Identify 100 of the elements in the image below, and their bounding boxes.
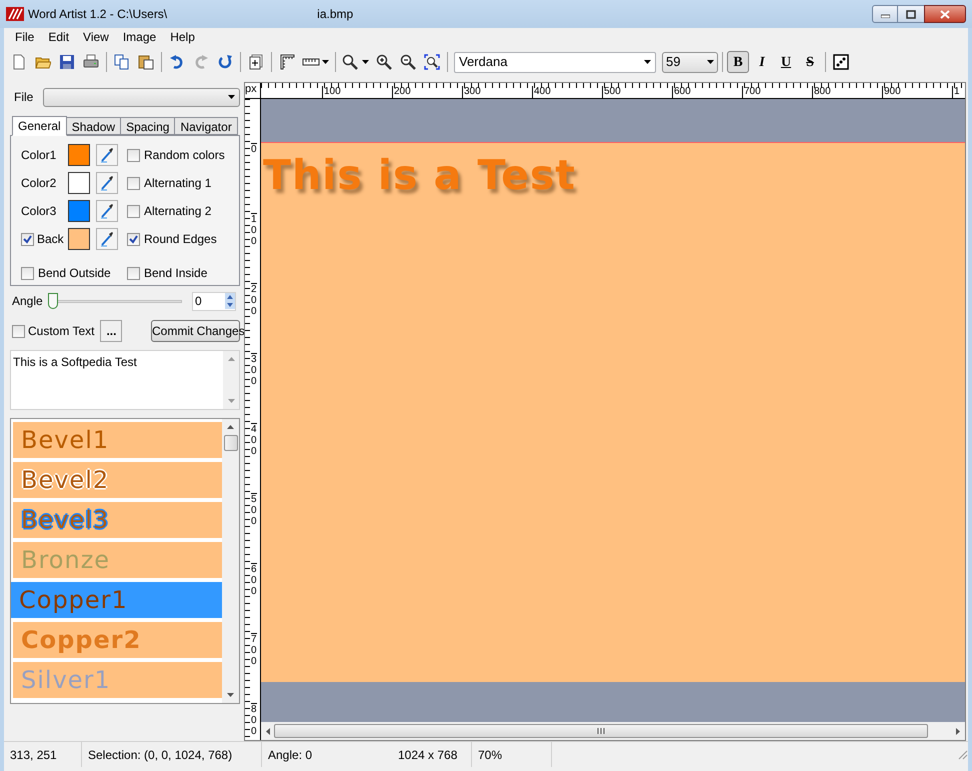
eyedropper-button[interactable]	[96, 172, 118, 194]
close-icon	[940, 10, 950, 18]
app-logo-icon	[6, 7, 24, 21]
ruler-label: 300	[462, 86, 481, 98]
undo-icon	[169, 54, 185, 70]
color-swatch[interactable]	[68, 144, 90, 166]
ruler-label: 600	[672, 86, 691, 98]
caret-icon	[362, 60, 369, 64]
tab[interactable]: Navigator	[174, 117, 238, 135]
scroll-thumb[interactable]	[224, 435, 238, 451]
file-dropdown[interactable]	[43, 88, 240, 106]
menu-item[interactable]: View	[78, 28, 114, 46]
tab[interactable]: Spacing	[120, 117, 176, 135]
ruler-label: 200	[392, 86, 411, 98]
checkbox[interactable]	[127, 266, 140, 280]
new-icon	[11, 54, 27, 70]
zoom-fit-icon	[424, 54, 440, 70]
spin-arrows-icon	[225, 293, 235, 309]
ruler-label: 400	[532, 86, 551, 98]
size-dropdown[interactable]: 59	[662, 52, 718, 72]
bold-button[interactable]: B	[727, 51, 749, 73]
scroll-up-icon	[227, 425, 234, 429]
eyedropper-icon	[100, 147, 114, 163]
strike-button[interactable]: S	[799, 51, 821, 73]
window-title: ia.bmp	[317, 6, 354, 23]
redo-icon	[193, 54, 209, 70]
checkbox[interactable]	[21, 266, 34, 280]
minimize-button[interactable]	[872, 5, 898, 23]
color-label: Color2	[21, 175, 58, 192]
eyedropper-button[interactable]	[96, 200, 118, 222]
artwork-text: This is a Test	[263, 150, 576, 201]
slider-thumb[interactable]	[48, 293, 58, 309]
grip-icon	[596, 728, 606, 734]
magnifier-icon	[342, 54, 358, 70]
color-label: Color1	[21, 147, 58, 164]
resize-grip-icon	[958, 750, 968, 760]
eyedropper-icon	[100, 175, 114, 191]
status-text: 70%	[472, 742, 552, 767]
checkbox[interactable]	[127, 232, 140, 246]
ruler-label: 1	[952, 86, 960, 98]
ruler-label: 200	[251, 283, 257, 317]
font-dropdown[interactable]: Verdana	[454, 52, 656, 72]
menu-item[interactable]: Image	[118, 28, 162, 46]
restore-icon	[906, 10, 916, 18]
checkbox[interactable]	[127, 176, 140, 190]
print-icon	[83, 54, 99, 70]
checkbox[interactable]	[12, 324, 25, 338]
ruler-label: 0	[251, 143, 257, 155]
checkbox[interactable]	[21, 232, 34, 246]
tab[interactable]: General	[12, 116, 67, 136]
color-swatch[interactable]	[68, 172, 90, 194]
checkbox[interactable]	[127, 148, 140, 162]
scrollbar[interactable]	[223, 351, 239, 409]
file-label: File	[14, 89, 34, 106]
close-button[interactable]	[924, 5, 966, 23]
ruler-icon	[279, 54, 295, 70]
option-label: Bend Outside	[38, 265, 111, 282]
check-icon	[23, 234, 32, 244]
option-label: Alternating 1	[144, 175, 212, 192]
menu-item[interactable]: Edit	[43, 28, 74, 46]
caret-icon	[707, 60, 714, 64]
eyedropper-icon	[100, 231, 114, 247]
ruler-label: 800	[812, 86, 831, 98]
menu-item[interactable]: File	[10, 28, 40, 46]
custom-text-label: Custom Text	[28, 323, 94, 340]
option-label: Bend Inside	[144, 265, 208, 282]
scroll-thumb[interactable]	[274, 724, 928, 738]
color-swatch[interactable]	[68, 200, 90, 222]
ruler-label: 600	[251, 563, 257, 597]
ruler-label: 500	[602, 86, 621, 98]
more-button[interactable]: ...	[100, 320, 122, 342]
checkbox[interactable]	[127, 204, 140, 218]
angle-slider[interactable]	[48, 293, 182, 309]
scrollbar[interactable]	[222, 419, 239, 703]
text-area[interactable]: This is a Softpedia Test	[10, 350, 240, 410]
scroll-up-icon	[228, 357, 234, 361]
color-swatch[interactable]	[68, 228, 90, 250]
maximize-button[interactable]	[898, 5, 924, 23]
caret-icon	[228, 95, 235, 99]
angle-spinner[interactable]: 0	[192, 292, 236, 310]
dice-icon	[833, 54, 849, 70]
eyedropper-button[interactable]	[96, 144, 118, 166]
tab[interactable]: Shadow	[66, 117, 122, 135]
status-text: Selection: (0, 0, 1024, 768)	[82, 742, 262, 767]
status-text: 313, 251	[4, 742, 82, 767]
ruler-icon	[302, 57, 320, 67]
add-page-icon	[248, 54, 264, 70]
zoom-in-icon	[376, 54, 392, 70]
paste-icon	[138, 54, 154, 70]
italic-button[interactable]: I	[751, 51, 773, 73]
ruler-label: 100	[322, 86, 341, 98]
scroll-left-icon	[266, 728, 270, 734]
ruler-unit: px	[245, 83, 257, 95]
eyedropper-button[interactable]	[96, 228, 118, 250]
ruler-label: 900	[882, 86, 901, 98]
menu-item[interactable]: Help	[165, 28, 200, 46]
check-icon	[129, 234, 138, 244]
eyedropper-icon	[100, 203, 114, 219]
caret-icon	[644, 60, 651, 64]
underline-button[interactable]: U	[775, 51, 797, 73]
